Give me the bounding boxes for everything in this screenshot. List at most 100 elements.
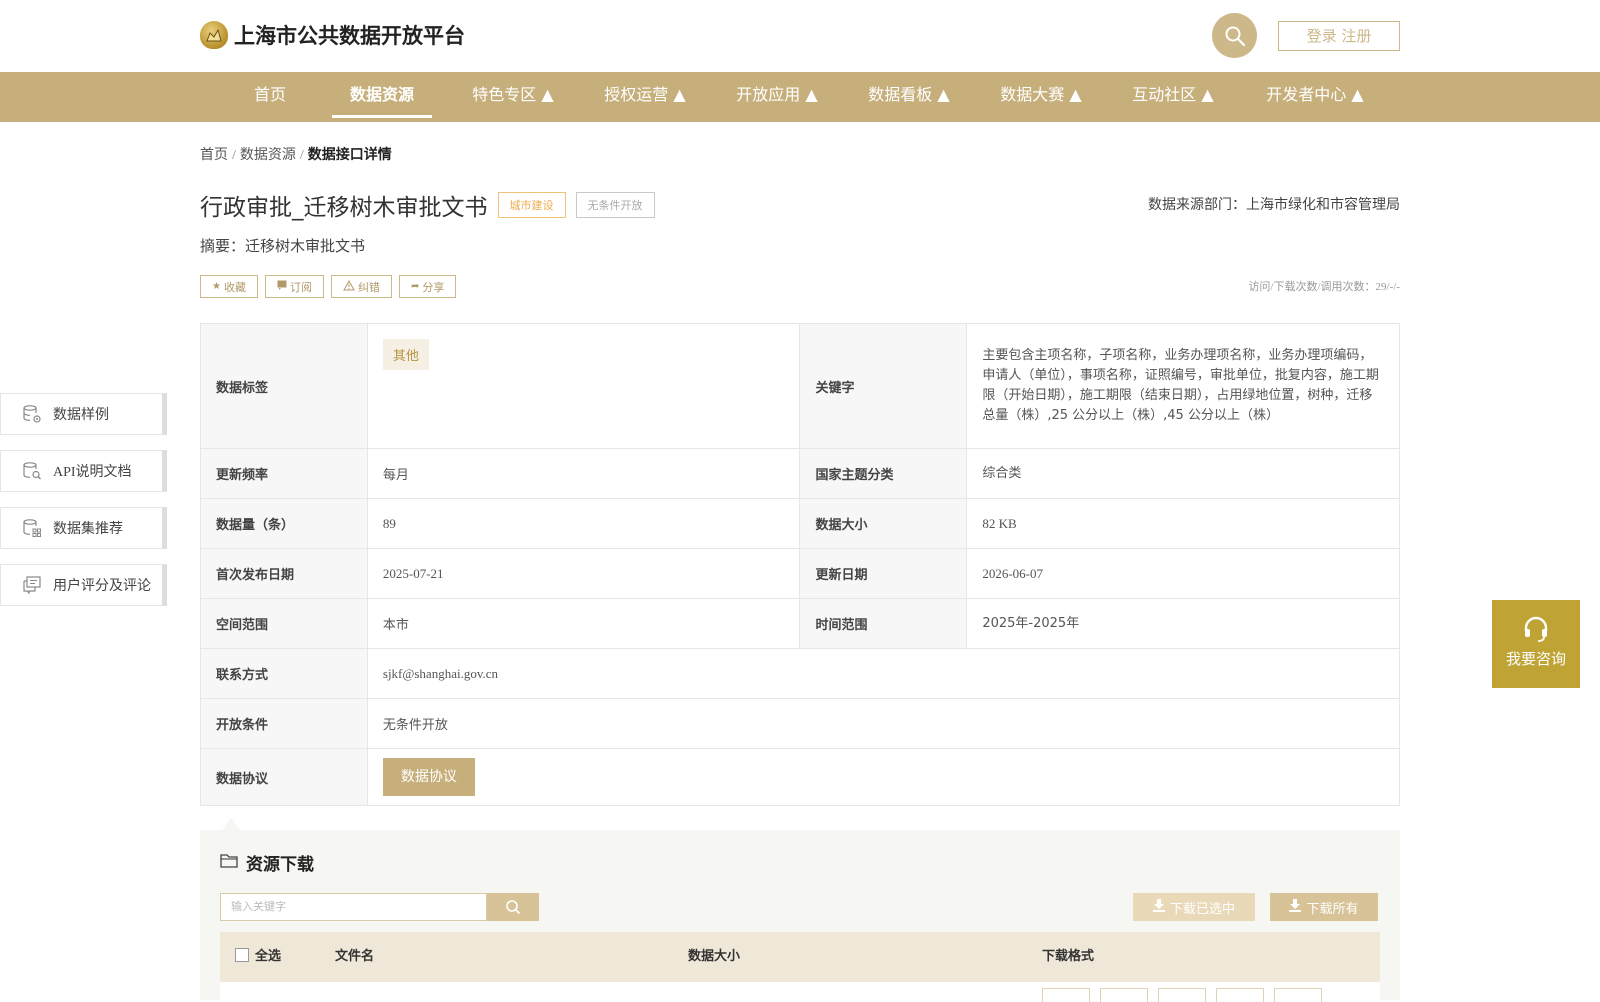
- info-label-space: 空间范围: [200, 598, 368, 649]
- nav-authorized-ops[interactable]: 授权运营 ▲: [590, 72, 700, 122]
- category-tag: 城市建设: [497, 192, 566, 218]
- consult-label: 我要咨询: [1505, 650, 1566, 668]
- database-gear-icon: [21, 403, 43, 425]
- table-row: 首次发布日期 2025-07-21 更新日期 2026-06-07: [200, 548, 1400, 599]
- side-menu-dataset-recommend[interactable]: 数据集推荐: [0, 507, 167, 549]
- dataset-title-row: 行政审批_迁移树木审批文书 城市建设 无条件开放: [200, 188, 655, 222]
- nav-contest[interactable]: 数据大赛 ▲: [986, 72, 1096, 122]
- resource-download-section: 资源下载 下载已选中 下载所有 全选 文件名 数据大小 下载格式: [200, 830, 1400, 1002]
- search-icon: [506, 900, 521, 915]
- download-search-bar: [220, 893, 539, 921]
- column-header-size: 数据大小: [688, 949, 741, 964]
- comment-icon: [21, 574, 43, 596]
- info-value-count: 89: [366, 498, 801, 549]
- report-error-button[interactable]: 纠错: [330, 275, 392, 298]
- side-menu-label: 数据集推荐: [53, 521, 123, 537]
- info-label-theme: 国家主题分类: [799, 448, 968, 499]
- download-selected-button[interactable]: 下载已选中: [1133, 893, 1255, 921]
- info-value-time: 2025年-2025年: [966, 598, 1400, 649]
- download-all-label: 下载所有: [1306, 901, 1359, 917]
- site-header: 上海市公共数据开放平台 登录 注册: [0, 0, 1600, 72]
- consult-button[interactable]: 我要咨询: [1492, 600, 1580, 688]
- data-agreement-button[interactable]: 数据协议: [382, 758, 475, 796]
- download-table-header: 全选 文件名 数据大小 下载格式: [220, 932, 1380, 982]
- table-row: 联系方式 sjkf@shanghai.gov.cn: [200, 648, 1401, 699]
- side-menu-api-doc[interactable]: API说明文档: [0, 450, 167, 492]
- headset-icon: [1492, 614, 1580, 644]
- folder-icon: [220, 852, 238, 873]
- breadcrumb-data-resources[interactable]: 数据资源: [240, 148, 296, 163]
- info-label-keywords: 关键字: [799, 323, 968, 449]
- info-label-open-condition: 开放条件: [200, 698, 368, 749]
- side-menu-label: 用户评分及评论: [53, 578, 151, 594]
- info-label-size: 数据大小: [799, 498, 968, 549]
- share-label: 分享: [422, 280, 445, 294]
- dataset-info-table: 数据标签 其他 关键字 主要包含主项名称，子项名称，业务办理项名称，业务办理项编…: [200, 323, 1401, 806]
- nav-featured[interactable]: 特色专区 ▲: [458, 72, 568, 122]
- dataset-summary: 摘要：迁移树木审批文书: [200, 237, 366, 255]
- side-menu-data-sample[interactable]: 数据样例: [0, 393, 167, 435]
- table-row: 空间范围 本市 时间范围 2025年-2025年: [200, 598, 1400, 649]
- select-all-label: 全选: [255, 949, 282, 964]
- side-menu-label: API说明文档: [53, 465, 132, 480]
- download-icon: [1152, 898, 1165, 916]
- table-row: 数据量（条） 89 数据大小 82 KB: [200, 498, 1400, 549]
- subscribe-label: 订阅: [289, 280, 312, 294]
- share-icon: ➦: [410, 281, 420, 292]
- section-pointer: [222, 818, 240, 830]
- table-row: [220, 982, 1380, 1002]
- info-label-time: 时间范围: [799, 598, 968, 649]
- data-tag-chip[interactable]: 其他: [382, 339, 429, 370]
- info-value-open-condition: 无条件开放: [366, 698, 1401, 749]
- info-value-contact: sjkf@shanghai.gov.cn: [366, 648, 1401, 699]
- info-value-frequency: 每月: [366, 448, 801, 499]
- nav-community[interactable]: 互动社区 ▲: [1118, 72, 1228, 122]
- download-section-title: 资源下载: [220, 850, 314, 875]
- table-row: 更新频率 每月 国家主题分类 综合类: [200, 448, 1400, 499]
- info-label-update-date: 更新日期: [799, 548, 968, 599]
- download-all-button[interactable]: 下载所有: [1270, 893, 1378, 921]
- database-grid-icon: [21, 517, 43, 539]
- favorite-button[interactable]: ★ 收藏: [200, 275, 258, 298]
- report-label: 纠错: [357, 280, 380, 294]
- nav-dashboard[interactable]: 数据看板 ▲: [854, 72, 964, 122]
- info-value-tags: 其他: [366, 323, 801, 449]
- page-title: 行政审批_迁移树木审批文书: [200, 195, 488, 221]
- info-label-agreement: 数据协议: [200, 748, 368, 806]
- header-search-button[interactable]: [1212, 13, 1257, 58]
- nav-data-resources[interactable]: 数据资源: [332, 72, 432, 122]
- nav-open-apps[interactable]: 开放应用 ▲: [722, 72, 832, 122]
- info-value-space: 本市: [366, 598, 801, 649]
- column-header-format: 下载格式: [1042, 949, 1095, 964]
- subscribe-button[interactable]: 订阅: [264, 275, 324, 298]
- logo-emblem-icon: [200, 21, 228, 49]
- breadcrumb: 首页 / 数据资源 / 数据接口详情: [200, 144, 392, 164]
- main-nav: 首页 数据资源 特色专区 ▲ 授权运营 ▲ 开放应用 ▲ 数据看板 ▲ 数据大赛…: [0, 72, 1600, 122]
- download-search-button[interactable]: [487, 893, 539, 921]
- nav-home[interactable]: 首页: [220, 72, 320, 122]
- side-menu-rating-comments[interactable]: 用户评分及评论: [0, 564, 167, 606]
- download-selected-label: 下载已选中: [1169, 901, 1235, 917]
- site-logo[interactable]: 上海市公共数据开放平台: [200, 20, 465, 50]
- bookmark-icon: [277, 280, 287, 293]
- share-button[interactable]: ➦ 分享: [398, 275, 457, 298]
- breadcrumb-home[interactable]: 首页: [200, 148, 228, 163]
- info-value-keywords: 主要包含主项名称，子项名称，业务办理项名称，业务办理项编码，申请人（单位），事项…: [966, 323, 1400, 449]
- select-all-header[interactable]: 全选: [235, 932, 281, 982]
- search-icon: [1225, 26, 1245, 46]
- info-label-first-publish: 首次发布日期: [200, 548, 368, 599]
- source-department: 数据来源部门：上海市绿化和市容管理局: [1148, 197, 1400, 213]
- login-register-button[interactable]: 登录 注册: [1278, 21, 1400, 51]
- table-row: 开放条件 无条件开放: [200, 698, 1401, 749]
- favorite-label: 收藏: [223, 280, 246, 294]
- column-header-filename: 文件名: [335, 949, 375, 964]
- select-all-checkbox[interactable]: [235, 948, 249, 962]
- download-search-input[interactable]: [220, 893, 487, 921]
- database-search-icon: [21, 460, 43, 482]
- site-title: 上海市公共数据开放平台: [234, 24, 465, 48]
- breadcrumb-current: 数据接口详情: [307, 148, 392, 163]
- action-bar: ★ 收藏 订阅 纠错 ➦ 分享: [200, 275, 463, 298]
- nav-developer[interactable]: 开发者中心 ▲: [1250, 72, 1380, 122]
- info-label-tags: 数据标签: [200, 323, 368, 449]
- table-row: 数据协议 数据协议: [200, 748, 1401, 806]
